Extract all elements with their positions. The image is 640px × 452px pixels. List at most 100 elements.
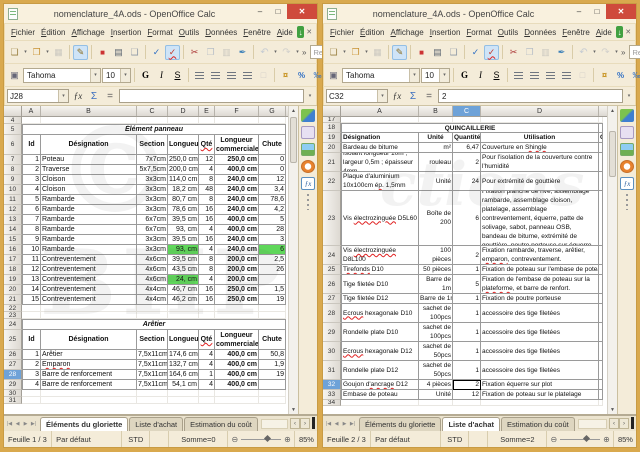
cell[interactable]: Longueur [168, 330, 199, 350]
cell[interactable] [341, 400, 419, 406]
cell[interactable] [215, 312, 259, 319]
sheet-tab[interactable]: Éléments du gloriette [40, 417, 128, 431]
cell[interactable] [215, 397, 259, 404]
cell[interactable]: 240,0 cm [215, 245, 259, 255]
cell[interactable]: Qté [199, 330, 215, 350]
column-header-A[interactable]: A [22, 106, 41, 116]
gallery-icon[interactable] [620, 143, 634, 156]
cell[interactable]: Utilisation [481, 133, 599, 143]
previous-sheet-icon[interactable]: ◀ [333, 421, 340, 427]
cell[interactable]: Barre de 1m [419, 294, 453, 304]
chevron-down-icon[interactable]: ▾ [90, 69, 100, 82]
column-header-F[interactable]: F [215, 106, 259, 116]
cell[interactable] [168, 397, 199, 404]
cell[interactable]: 26 [259, 265, 286, 275]
cell[interactable]: 6x7cm [137, 215, 168, 225]
cell[interactable]: 48 [199, 185, 215, 195]
cell[interactable]: 78,6 cm [168, 205, 199, 215]
undo-icon[interactable] [576, 45, 591, 60]
cell[interactable]: 400,0 cm [215, 380, 259, 390]
cell[interactable]: 7,5x11cm [137, 380, 168, 390]
row-header-30[interactable]: 30 [323, 342, 341, 361]
row-header-25[interactable]: 25 [323, 265, 341, 275]
sheet-tab[interactable]: Estimation du coût [501, 417, 575, 431]
cell[interactable] [199, 305, 215, 312]
cell[interactable] [259, 390, 286, 397]
cell[interactable]: 12 [259, 175, 286, 185]
row-header-31[interactable]: 31 [4, 397, 22, 404]
sheet-tab[interactable]: Liste d'achat [129, 417, 183, 431]
cell[interactable]: Longueur commerciale [215, 135, 259, 155]
cell[interactable]: Désignation [41, 135, 137, 155]
row-header-25[interactable]: 25 [4, 330, 22, 350]
row-header-27[interactable]: 27 [323, 294, 341, 304]
row-header-14[interactable]: 14 [4, 225, 22, 235]
cell[interactable] [259, 117, 286, 124]
cell[interactable]: 16 [199, 205, 215, 215]
scroll-up-icon[interactable]: ▲ [608, 106, 617, 115]
cell[interactable]: Contreventement [41, 295, 137, 305]
row-header-21[interactable]: 21 [323, 153, 341, 172]
cell[interactable]: Vis électrozinguée D8L100 [341, 246, 419, 265]
cell[interactable]: accessoire des tige filetées [481, 304, 599, 323]
row-header-28[interactable]: 28 [323, 304, 341, 323]
cell[interactable]: 16 [199, 215, 215, 225]
zoom-in-icon[interactable]: ⊕ [284, 435, 291, 444]
zoom-out-icon[interactable]: ⊖ [231, 435, 238, 444]
spellcheck-icon[interactable] [468, 45, 483, 60]
cell[interactable]: 28 [259, 225, 286, 235]
cell[interactable]: Chute [259, 330, 286, 350]
cell[interactable]: 5 [22, 195, 41, 205]
menu-item[interactable]: Outils [176, 27, 202, 38]
cell[interactable]: 24 [453, 172, 481, 191]
cell[interactable]: 12 [22, 265, 41, 275]
row-header-20[interactable]: 20 [323, 143, 341, 153]
select-all-corner[interactable] [323, 106, 341, 116]
print-icon[interactable] [111, 45, 126, 60]
cell[interactable]: 3x3cm [137, 245, 168, 255]
column-header-G[interactable]: G [259, 106, 286, 116]
cell[interactable]: sachet de 100pcs [419, 323, 453, 342]
cell[interactable]: 2 [22, 165, 41, 175]
menu-item[interactable]: Données [202, 27, 240, 38]
cell[interactable]: 164,6 cm [168, 370, 199, 380]
cell[interactable] [599, 294, 603, 304]
cell[interactable] [599, 342, 603, 361]
menu-item[interactable]: Fichier [327, 27, 357, 38]
cell[interactable] [259, 397, 286, 404]
dropdown-caret-icon[interactable]: ▾ [342, 49, 347, 55]
cell[interactable] [259, 275, 286, 285]
cell[interactable]: 43,5 cm [168, 265, 199, 275]
cell[interactable]: Fixation de poutre porteuse [481, 294, 599, 304]
cell[interactable]: Goujon d'ancrage D12 [341, 380, 419, 390]
export-pdf-icon[interactable] [95, 45, 110, 60]
cell[interactable] [137, 117, 168, 124]
row-header-22[interactable]: 22 [4, 305, 22, 312]
cell[interactable]: 2 [22, 360, 41, 370]
cell[interactable]: 50 pièces [419, 265, 453, 275]
cell[interactable]: Isolant longueur 10m ; largeur 0,5m ; ép… [341, 153, 419, 172]
cell[interactable]: 3 [22, 175, 41, 185]
cell[interactable]: Longueur [168, 135, 199, 155]
column-header-B[interactable]: B [41, 106, 137, 116]
cell[interactable]: 4 [199, 165, 215, 175]
cell[interactable]: Quantité [453, 133, 481, 143]
cell[interactable]: 1 [22, 350, 41, 360]
cell[interactable]: 114,0 cm [168, 175, 199, 185]
cell[interactable] [41, 312, 137, 319]
zoom-slider[interactable] [241, 439, 281, 440]
cell[interactable]: C [599, 133, 603, 143]
cell[interactable]: 16 [199, 285, 215, 295]
cell[interactable]: 4 pièces [419, 380, 453, 390]
dropdown-caret-icon[interactable]: ▾ [364, 49, 369, 55]
close-button[interactable] [606, 4, 636, 19]
cell[interactable]: Rondelle plate D10 [341, 323, 419, 342]
cell[interactable]: rouleau [419, 153, 453, 172]
cell[interactable] [137, 305, 168, 312]
column-header-A[interactable]: A [341, 106, 419, 116]
scroll-left-icon[interactable]: ‹ [609, 418, 619, 429]
cell[interactable] [199, 117, 215, 124]
cell[interactable]: 3,4 [259, 185, 286, 195]
cell[interactable]: Plaque d'aluminium 10x100cm ép. 1,5mm [341, 172, 419, 191]
row-header-18[interactable]: 18 [4, 265, 22, 275]
